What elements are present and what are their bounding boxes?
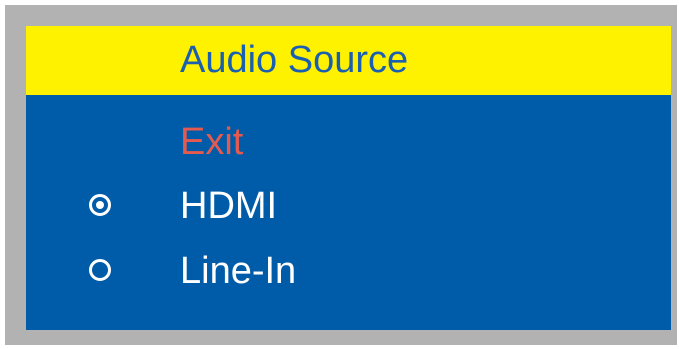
osd-frame: Audio Source Exit HDMI Line-In (5, 5, 677, 345)
radio-unselected-icon[interactable] (89, 259, 111, 281)
audio-source-menu: Audio Source Exit HDMI Line-In (26, 26, 671, 330)
menu-title-bar: Audio Source (26, 26, 671, 95)
exit-menu-item[interactable]: Exit (26, 112, 671, 172)
option-hdmi[interactable]: HDMI (26, 176, 671, 236)
menu-title: Audio Source (180, 39, 409, 81)
exit-label: Exit (180, 121, 244, 163)
option-line-in[interactable]: Line-In (26, 241, 671, 301)
option-line-in-label: Line-In (180, 250, 297, 292)
option-hdmi-label: HDMI (180, 185, 278, 227)
radio-selected-icon[interactable] (89, 194, 111, 216)
